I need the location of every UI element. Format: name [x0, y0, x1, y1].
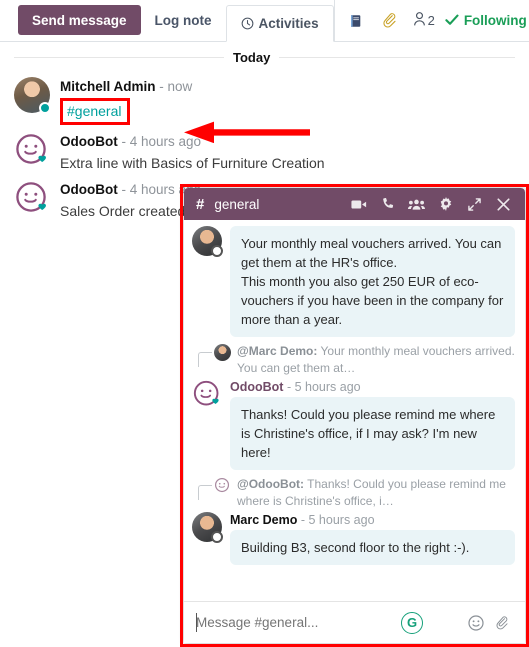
quote-author: @OdooBot:: [237, 477, 305, 491]
quote-author: @Marc Demo:: [237, 344, 318, 358]
chat-message-author: OdooBot: [230, 380, 284, 394]
gear-icon[interactable]: [432, 191, 459, 217]
toolbar-right-group: 2 Following: [333, 0, 529, 41]
message-author: OdooBot: [60, 182, 118, 197]
chat-message-body: Marc Demo - 5 hours ago Building B3, sec…: [230, 512, 515, 565]
message-body: Mitchell Admin - now #general: [60, 77, 515, 125]
following-button[interactable]: Following: [439, 13, 527, 29]
quote-avatar: [214, 344, 231, 361]
chat-composer: G: [184, 601, 525, 643]
chat-message-bubble: Your monthly meal vouchers arrived. You …: [230, 226, 515, 337]
chat-window-messages[interactable]: Your monthly meal vouchers arrived. You …: [184, 220, 525, 601]
message-author: Mitchell Admin: [60, 79, 156, 94]
channel-link-general[interactable]: #general: [67, 103, 122, 119]
chatter-toolbar: Send message Log note Activities 2 Follo…: [0, 0, 529, 42]
followers-count: 2: [427, 13, 435, 28]
hash-icon: #: [196, 195, 205, 213]
video-camera-icon[interactable]: [345, 191, 372, 217]
quote-avatar: [214, 477, 231, 494]
chat-window-general: # general Your monthly meal vouchers arr…: [184, 188, 525, 643]
message-author: OdooBot: [60, 134, 118, 149]
message-header: Mitchell Admin - now: [60, 78, 515, 95]
chat-message-bubble: Thanks! Could you please remind me where…: [230, 397, 515, 470]
user-icon: [412, 11, 427, 30]
check-icon: [445, 13, 459, 29]
day-separator: Today: [14, 42, 515, 72]
chat-message-author: Marc Demo: [230, 513, 298, 527]
avatar[interactable]: [192, 379, 222, 409]
attachment-paperclip-icon[interactable]: [489, 615, 515, 631]
chat-message-header: Marc Demo - 5 hours ago: [230, 512, 515, 530]
send-message-label: Send message: [32, 12, 127, 28]
quoted-message[interactable]: @OdooBot: Thanks! Could you please remin…: [192, 474, 515, 510]
screen: Send message Log note Activities 2 Follo…: [0, 0, 529, 647]
avatar[interactable]: [14, 132, 50, 168]
phone-icon[interactable]: [374, 191, 401, 217]
day-separator-label: Today: [233, 49, 271, 65]
quote-connector: [192, 476, 214, 510]
chat-message-body: OdooBot - 5 hours ago Thanks! Could you …: [230, 379, 515, 470]
avatar[interactable]: [192, 512, 223, 543]
avatar[interactable]: [14, 180, 50, 216]
quoted-message[interactable]: @Marc Demo: Your monthly meal vouchers a…: [192, 341, 515, 377]
activities-label: Activities: [258, 16, 319, 31]
message-input[interactable]: [196, 602, 401, 643]
separator-line-left: [14, 56, 224, 58]
thread-message: Mitchell Admin - now #general: [14, 72, 515, 127]
close-icon[interactable]: [490, 191, 517, 217]
separator-line-right: [279, 56, 515, 58]
annotation-arrow: [184, 121, 310, 143]
people-group-icon[interactable]: [403, 191, 430, 217]
chat-message-bubble: Building B3, second floor to the right :…: [230, 530, 515, 565]
attachment-paperclip-icon[interactable]: [373, 0, 407, 41]
clock-icon: [241, 17, 254, 30]
status-online-icon: [39, 102, 51, 114]
text-caret: [196, 613, 197, 632]
chat-message-header: OdooBot - 5 hours ago: [230, 379, 515, 397]
log-book-icon[interactable]: [339, 0, 373, 41]
send-message-button[interactable]: Send message: [18, 5, 141, 35]
grammarly-g-icon[interactable]: G: [401, 611, 423, 634]
avatar[interactable]: [192, 226, 223, 257]
quote-text-wrap: @Marc Demo: Your monthly meal vouchers a…: [237, 343, 515, 377]
chat-message-timestamp: - 5 hours ago: [286, 380, 361, 394]
status-away-icon: [211, 245, 223, 257]
message-text: Extra line with Basics of Furniture Crea…: [60, 155, 325, 171]
following-label: Following: [463, 13, 527, 28]
quote-text-wrap: @OdooBot: Thanks! Could you please remin…: [237, 476, 515, 510]
log-note-button[interactable]: Log note: [141, 4, 226, 36]
followers-button[interactable]: 2: [407, 11, 439, 30]
grammarly-letter: G: [406, 615, 418, 630]
chat-message: OdooBot - 5 hours ago Thanks! Could you …: [192, 377, 515, 474]
chat-window-actions: [345, 191, 517, 217]
log-note-label: Log note: [154, 12, 212, 28]
chat-window-title: general: [214, 196, 260, 212]
chat-window-header[interactable]: # general: [184, 188, 525, 220]
annotation-highlight-box: #general: [60, 98, 130, 125]
quote-connector: [192, 343, 214, 377]
avatar[interactable]: [14, 77, 51, 114]
chat-message: Your monthly meal vouchers arrived. You …: [192, 224, 515, 341]
emoji-smiley-icon[interactable]: [463, 614, 489, 631]
chat-message: Marc Demo - 5 hours ago Building B3, sec…: [192, 510, 515, 569]
chat-message-body: Your monthly meal vouchers arrived. You …: [230, 226, 515, 337]
chat-message-timestamp: - 5 hours ago: [300, 513, 375, 527]
expand-icon[interactable]: [461, 191, 488, 217]
status-away-icon: [211, 531, 223, 543]
message-timestamp: - now: [159, 79, 193, 94]
activities-button[interactable]: Activities: [225, 5, 334, 42]
